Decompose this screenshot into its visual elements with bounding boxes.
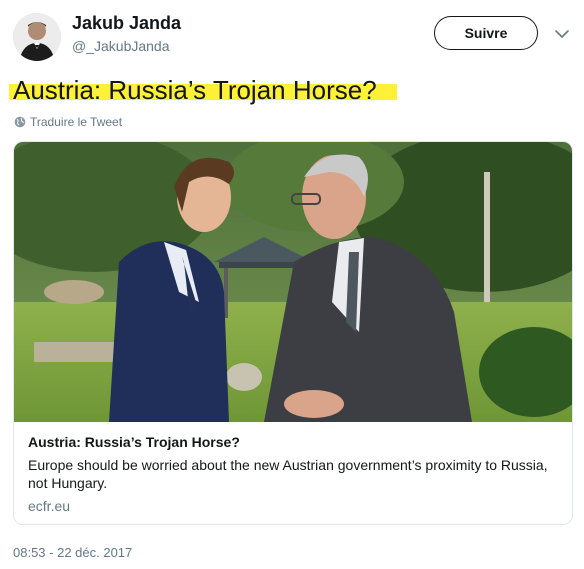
tweet-timestamp[interactable]: 08:53 - 22 déc. 2017 [13,545,132,560]
tweet-text: Austria: Russia’s Trojan Horse? [13,75,377,105]
author-handle[interactable]: @_JakubJanda [72,38,170,54]
avatar[interactable] [13,13,61,61]
tweet: Jakub Janda @_JakubJanda Suivre Austria:… [0,0,584,569]
card-image[interactable] [14,142,572,422]
avatar-image [13,13,61,61]
translate-tweet-link[interactable]: Traduire le Tweet [14,115,122,129]
card-description: Europe should be worried about the new A… [28,457,548,491]
link-card[interactable]: Austria: Russia’s Trojan Horse? Europe s… [13,141,573,525]
follow-button[interactable]: Suivre [434,16,538,50]
chevron-down-icon[interactable] [554,26,570,42]
card-title[interactable]: Austria: Russia’s Trojan Horse? [28,434,558,450]
globe-icon [14,116,26,128]
card-domain[interactable]: ecfr.eu [28,498,558,514]
translate-label[interactable]: Traduire le Tweet [30,115,122,129]
author-name[interactable]: Jakub Janda [72,13,181,34]
card-body: Austria: Russia’s Trojan Horse? Europe s… [28,434,558,514]
